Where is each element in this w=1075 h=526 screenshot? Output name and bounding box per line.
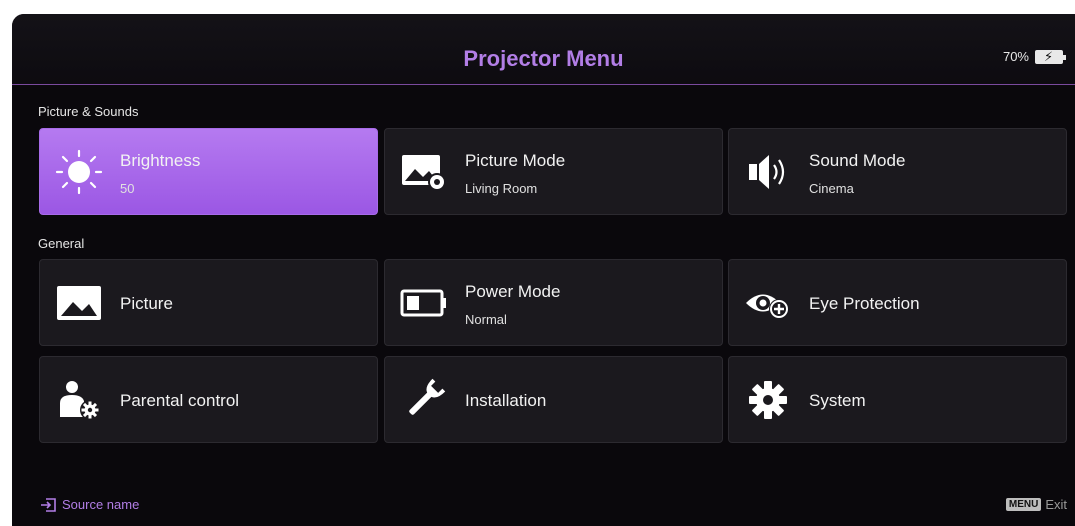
tile-name: System [809, 391, 866, 410]
tile-system[interactable]: System [728, 356, 1067, 443]
section-label-general: General [38, 236, 85, 251]
picture-icon [54, 280, 104, 326]
tile-picture[interactable]: Picture [39, 259, 378, 346]
tile-name: Parental control [120, 391, 240, 410]
exit-label: Exit [1045, 497, 1067, 512]
tile-brightness[interactable]: Brightness 50 [39, 128, 378, 215]
battery-charging-icon: ⚡ [1035, 49, 1066, 64]
eye-protection-icon [743, 280, 793, 326]
tile-name: Sound Mode [809, 151, 906, 170]
tile-value: 50 [120, 181, 135, 196]
parental-control-icon [54, 377, 104, 423]
input-source-icon [41, 497, 56, 512]
menu-key-badge: MENU [1005, 498, 1042, 511]
gear-icon [743, 377, 793, 423]
top-bar: Projector Menu 70% ⚡ [12, 14, 1075, 85]
tile-name: Brightness [120, 151, 201, 170]
battery-status: 70% ⚡ [1002, 49, 1066, 64]
battery-percent: 70% [1002, 49, 1029, 64]
tile-sound-mode[interactable]: Sound Mode Cinema [728, 128, 1067, 215]
tile-name: Installation [465, 391, 547, 410]
tile-name: Picture [120, 294, 173, 313]
battery-icon [399, 280, 449, 326]
menu-title: Projector Menu [463, 46, 624, 71]
tile-name: Picture Mode [465, 151, 566, 170]
brightness-icon [54, 149, 104, 195]
tile-eye-protection[interactable]: Eye Protection [728, 259, 1067, 346]
tile-value: Cinema [809, 181, 854, 196]
tile-value: Living Room [465, 181, 538, 196]
tile-parental-control[interactable]: Parental control [39, 356, 378, 443]
section-label-picture-sounds: Picture & Sounds [38, 104, 139, 119]
exit-hint[interactable]: MENU Exit [1005, 497, 1067, 512]
source-indicator[interactable]: Source name [40, 497, 139, 512]
tile-value: Normal [465, 312, 507, 327]
tile-name: Eye Protection [809, 294, 920, 313]
tile-power-mode[interactable]: Power Mode Normal [384, 259, 723, 346]
tile-name: Power Mode [465, 282, 561, 301]
picture-mode-icon [399, 149, 449, 195]
tile-installation[interactable]: Installation [384, 356, 723, 443]
wrench-icon [399, 377, 449, 423]
speaker-icon [743, 149, 793, 195]
projector-screen: Projector Menu 70% ⚡ Picture & Sounds Br… [12, 14, 1075, 526]
source-name: Source name [62, 497, 140, 512]
tile-picture-mode[interactable]: Picture Mode Living Room [384, 128, 723, 215]
